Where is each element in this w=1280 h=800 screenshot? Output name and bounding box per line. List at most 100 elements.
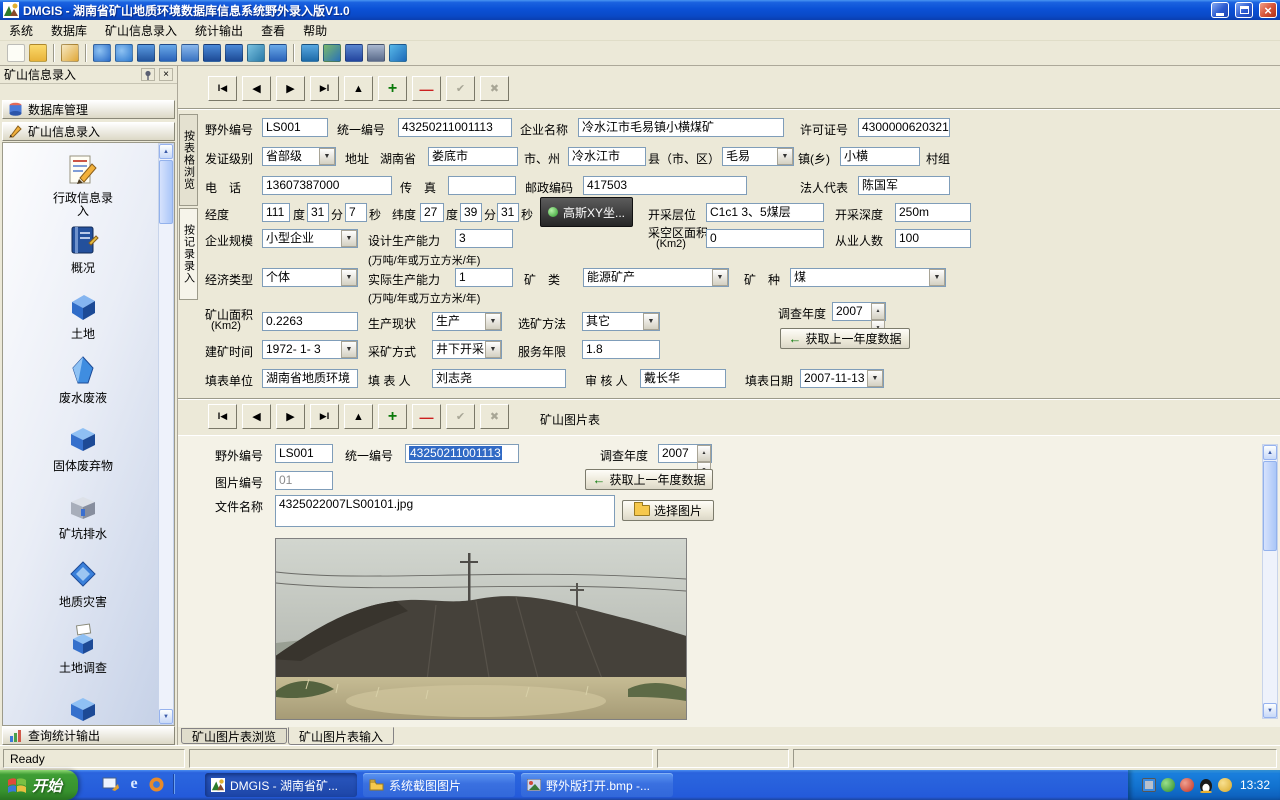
address-county-input[interactable]: 冷水江市 [568, 147, 646, 166]
qq-tray-icon[interactable] [1199, 778, 1213, 793]
nav-prior-button[interactable]: ◀ [242, 76, 271, 101]
mining-depth-input[interactable]: 250m [895, 203, 971, 222]
tab-picture-entry[interactable]: 矿山图片表输入 [288, 727, 394, 745]
menu-item-system[interactable]: 系统 [0, 19, 42, 42]
economic-type-combo[interactable]: 个体 [262, 268, 358, 287]
unified-no-input[interactable]: 43250211001113 [398, 118, 512, 137]
sidebar-item-partial[interactable] [13, 691, 153, 726]
menu-item-help[interactable]: 帮助 [294, 19, 336, 42]
import-icon[interactable] [115, 44, 133, 62]
menu-item-mine-info-entry[interactable]: 矿山信息录入 [96, 19, 186, 42]
fetch-previous-year-button[interactable]: 获取上一年度数据 [780, 328, 910, 349]
nav-post-button[interactable]: ✔ [446, 404, 475, 429]
close-panel-icon[interactable] [159, 68, 173, 81]
nav-last-button[interactable]: ▶I [310, 76, 339, 101]
field-no-input[interactable]: LS001 [262, 118, 328, 137]
longitude-min-input[interactable]: 31 [307, 203, 329, 222]
internet-explorer-icon[interactable] [125, 774, 143, 794]
database-icon[interactable] [159, 44, 177, 62]
task-button-dmgis[interactable]: DMGIS - 湖南省矿... [205, 773, 357, 797]
dropdown-arrow-icon[interactable] [929, 269, 945, 286]
start-button[interactable]: 开始 [0, 770, 78, 800]
actual-capacity-input[interactable]: 1 [455, 268, 513, 287]
sidebar-item-wastewater[interactable]: 废水废液 [13, 353, 153, 405]
latitude-deg-input[interactable]: 27 [420, 203, 444, 222]
nav-first-button[interactable]: I◀ [208, 76, 237, 101]
nav-cancel-button[interactable]: ✖ [480, 404, 509, 429]
dropdown-arrow-icon[interactable] [341, 230, 357, 247]
gauss-xy-button[interactable]: 高斯XY坐... [540, 197, 633, 227]
dropdown-arrow-icon[interactable] [485, 341, 501, 358]
pic-unified-no-input[interactable]: 43250211001113 [405, 444, 519, 463]
sidebar-group-mine-info-entry[interactable]: 矿山信息录入 [2, 122, 175, 141]
nav-delete-button[interactable]: — [412, 76, 441, 101]
survey-year-spinner[interactable]: 2007 [832, 302, 886, 321]
mine-class-combo[interactable]: 能源矿产 [583, 268, 729, 287]
scroll-up-icon[interactable] [159, 144, 173, 159]
employees-input[interactable]: 100 [895, 229, 971, 248]
show-desktop-icon[interactable] [102, 776, 120, 793]
pin-icon[interactable] [141, 68, 155, 81]
nav-first-button[interactable]: I◀ [208, 404, 237, 429]
ore-dressing-combo[interactable]: 其它 [582, 312, 660, 331]
nav-prior-button[interactable]: ◀ [242, 404, 271, 429]
nav-insert-button[interactable]: + [378, 404, 407, 429]
download-tray-icon[interactable] [1180, 778, 1194, 792]
sidebar-item-overview[interactable]: 概况 [13, 223, 153, 275]
menu-item-database[interactable]: 数据库 [42, 19, 96, 42]
goaf-area-input[interactable]: 0 [706, 229, 824, 248]
latitude-sec-input[interactable]: 31 [497, 203, 519, 222]
longitude-sec-input[interactable]: 7 [345, 203, 367, 222]
nav-next-button[interactable]: ▶ [276, 76, 305, 101]
latitude-min-input[interactable]: 39 [460, 203, 482, 222]
dropdown-arrow-icon[interactable] [341, 341, 357, 358]
fax-input[interactable] [448, 176, 516, 195]
choose-picture-button[interactable]: 选择图片 [622, 500, 714, 521]
open-icon[interactable] [29, 44, 47, 62]
sidebar-group-query-stats[interactable]: 查询统计输出 [2, 726, 175, 745]
file-name-input[interactable]: 4325022007LS00101.jpg [275, 495, 615, 527]
moon-tray-icon[interactable] [1218, 778, 1232, 792]
nav-up-button[interactable]: ▲ [344, 404, 373, 429]
up-icon[interactable] [203, 44, 221, 62]
dropdown-arrow-icon[interactable] [777, 148, 793, 165]
picture-panel-scrollbar[interactable] [1262, 444, 1278, 719]
fill-person-input[interactable]: 刘志尧 [432, 369, 566, 388]
spin-up-icon[interactable] [871, 303, 885, 320]
dropdown-arrow-icon[interactable] [712, 269, 728, 286]
print-icon[interactable] [367, 44, 385, 62]
sidebar-item-land-survey[interactable]: 土地调查 [13, 623, 153, 675]
sidebar-item-mine-drainage[interactable]: 矿坑排水 [13, 489, 153, 541]
refresh-icon[interactable] [93, 44, 111, 62]
task-button-screenshots-folder[interactable]: 系统截图图片 [363, 773, 515, 797]
nav-insert-button[interactable]: + [378, 76, 407, 101]
design-capacity-input[interactable]: 3 [455, 229, 513, 248]
nav-up-button[interactable]: ▲ [344, 76, 373, 101]
ruler-icon[interactable] [247, 44, 265, 62]
chart-icon[interactable] [301, 44, 319, 62]
scrollbar-thumb[interactable] [159, 160, 173, 224]
license-no-input[interactable]: 4300000620321 [858, 118, 950, 137]
longitude-deg-input[interactable]: 111 [262, 203, 290, 222]
license-level-combo[interactable]: 省部级 [262, 147, 336, 166]
columns-icon[interactable] [269, 44, 287, 62]
sidebar-item-geo-hazard[interactable]: 地质灾害 [13, 557, 153, 609]
menu-item-view[interactable]: 查看 [252, 19, 294, 42]
sidebar-item-land[interactable]: 土地 [13, 289, 153, 341]
production-status-combo[interactable]: 生产 [432, 312, 502, 331]
maximize-button[interactable] [1235, 2, 1253, 18]
scroll-down-icon[interactable] [1263, 703, 1277, 718]
service-years-input[interactable]: 1.8 [582, 340, 660, 359]
minimize-button[interactable] [1211, 2, 1229, 18]
fill-unit-input[interactable]: 湖南省地质环境 [262, 369, 358, 388]
sidebar-item-solid-waste[interactable]: 固体废弃物 [13, 421, 153, 473]
pic-survey-year-spinner[interactable]: 2007 [658, 444, 712, 463]
media-player-icon[interactable] [148, 776, 165, 793]
mining-layer-input[interactable]: C1c1 3、5煤层 [706, 203, 824, 222]
dropdown-arrow-icon[interactable] [867, 370, 883, 387]
scroll-down-icon[interactable] [159, 709, 173, 724]
nav-last-button[interactable]: ▶I [310, 404, 339, 429]
build-time-combo[interactable]: 1972- 1- 3 [262, 340, 358, 359]
exit-icon[interactable] [389, 44, 407, 62]
address-town-combo[interactable]: 毛易 [722, 147, 794, 166]
